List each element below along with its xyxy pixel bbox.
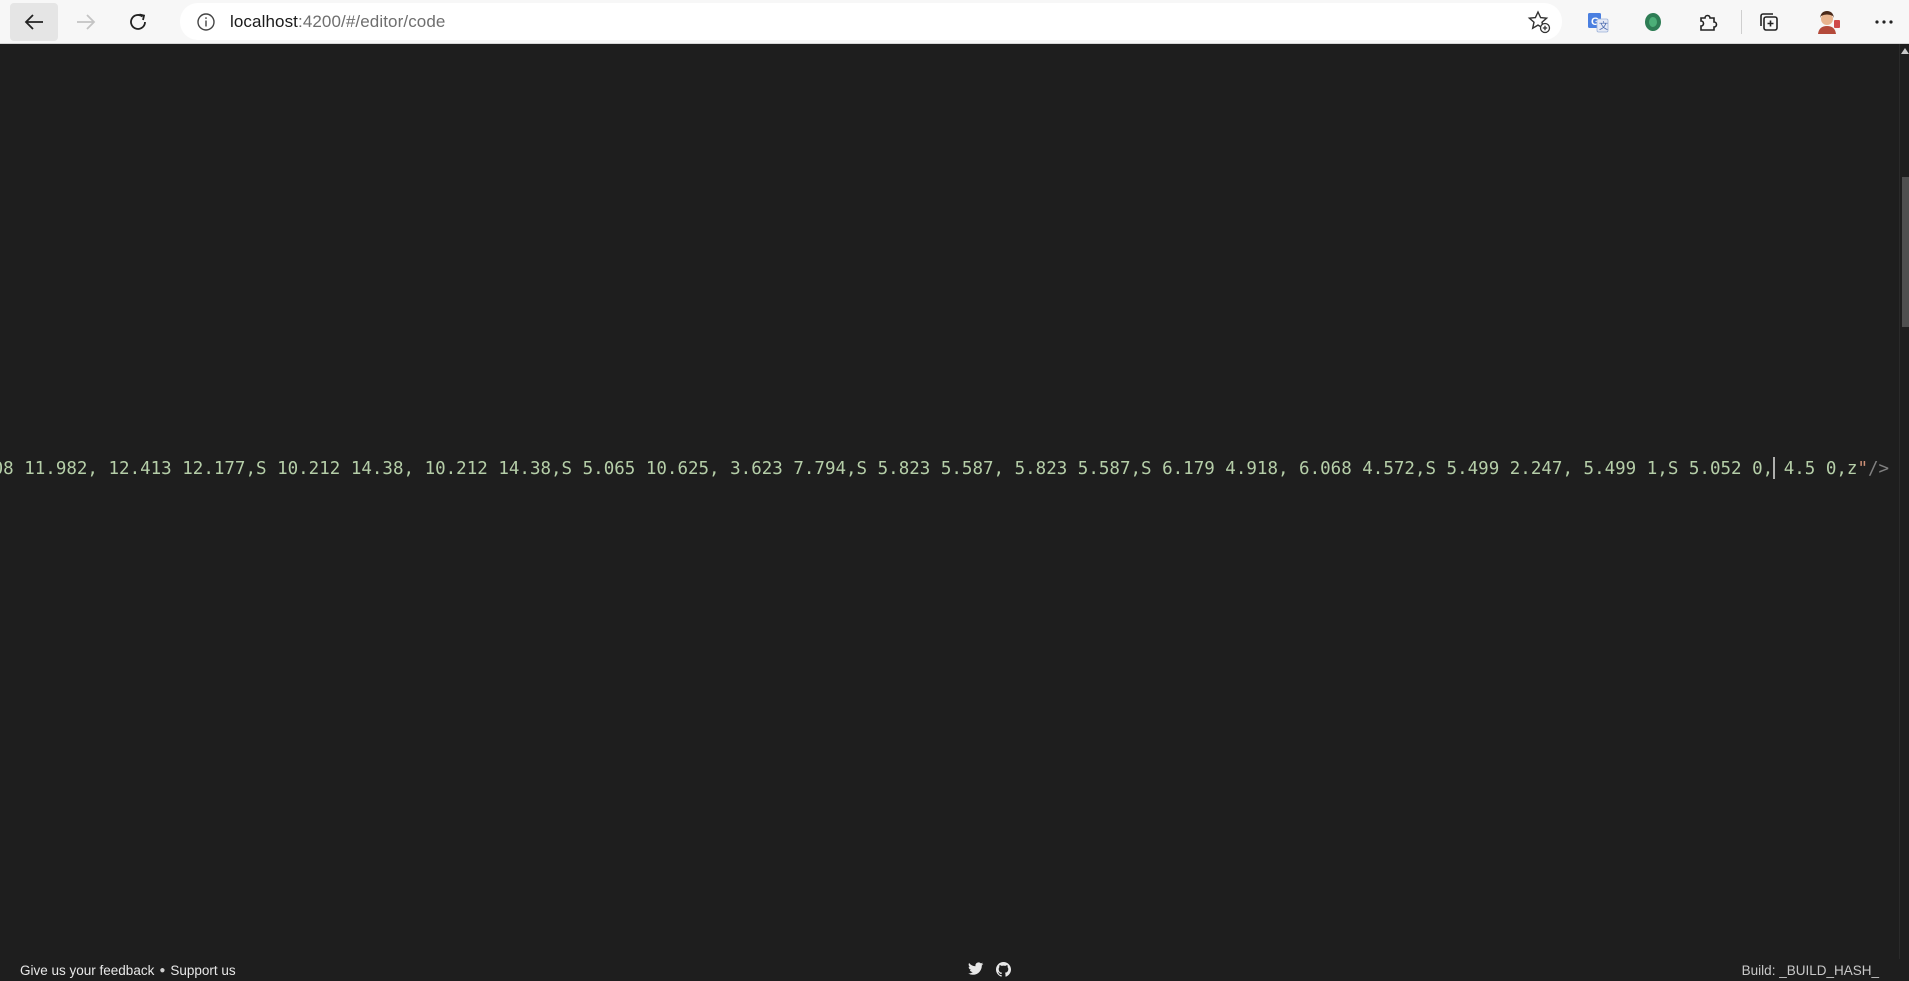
build-label: Build: _BUILD_HASH_: [1741, 963, 1879, 978]
more-icon: [1875, 20, 1893, 24]
toolbar-divider: [1741, 10, 1742, 34]
path-values: 2.608 11.982, 12.413 12.177,S 10.212 14.…: [0, 459, 1858, 479]
code-editor[interactable]: 2.608 11.982, 12.413 12.177,S 10.212 14.…: [0, 44, 1899, 959]
reload-button[interactable]: [114, 3, 162, 41]
feedback-link[interactable]: Give us your feedback: [20, 963, 154, 978]
forward-button[interactable]: [62, 3, 110, 41]
more-menu-button[interactable]: [1867, 5, 1901, 39]
profile-avatar-icon: [1818, 11, 1840, 34]
footer-separator: ●: [159, 965, 166, 976]
collections-button[interactable]: [1752, 5, 1786, 39]
back-arrow-icon: [24, 13, 43, 30]
vertical-scrollbar[interactable]: [1899, 44, 1909, 959]
url-text[interactable]: localhost:4200/#/editor/code: [230, 12, 445, 32]
extension-icon: [1645, 13, 1661, 31]
back-button[interactable]: [10, 2, 58, 41]
svg-text:文: 文: [1599, 20, 1608, 32]
twitter-icon[interactable]: [968, 962, 984, 980]
github-icon[interactable]: [996, 962, 1011, 980]
support-link[interactable]: Support us: [170, 963, 235, 978]
url-host: localhost: [230, 11, 298, 31]
collections-icon: [1760, 13, 1778, 31]
status-footer: Give us your feedback ● Support us Build…: [0, 959, 1909, 981]
green-extension-button[interactable]: [1636, 5, 1670, 39]
closing-quote: ": [1857, 459, 1869, 479]
extensions-button[interactable]: [1691, 5, 1725, 39]
forward-arrow-icon: [77, 13, 96, 30]
tag-close: />: [1868, 459, 1890, 479]
star-add-icon: [1527, 10, 1551, 34]
code-line[interactable]: 2.608 11.982, 12.413 12.177,S 10.212 14.…: [0, 457, 1889, 481]
puzzle-icon: [1700, 14, 1718, 31]
translate-extension-button[interactable]: G文: [1581, 5, 1615, 39]
browser-toolbar: localhost:4200/#/editor/code G文: [0, 0, 1909, 44]
profile-button[interactable]: [1810, 5, 1844, 39]
scroll-up-arrow-icon[interactable]: [1901, 48, 1909, 54]
info-icon[interactable]: [195, 11, 217, 33]
reload-icon: [130, 13, 146, 30]
url-path: :4200/#/editor/code: [298, 11, 446, 31]
translate-icon: G文: [1588, 13, 1609, 33]
text-cursor: [1773, 457, 1776, 479]
add-favorite-button[interactable]: [1526, 9, 1552, 35]
address-bar[interactable]: localhost:4200/#/editor/code: [180, 3, 1562, 40]
scrollbar-thumb[interactable]: [1902, 177, 1909, 327]
